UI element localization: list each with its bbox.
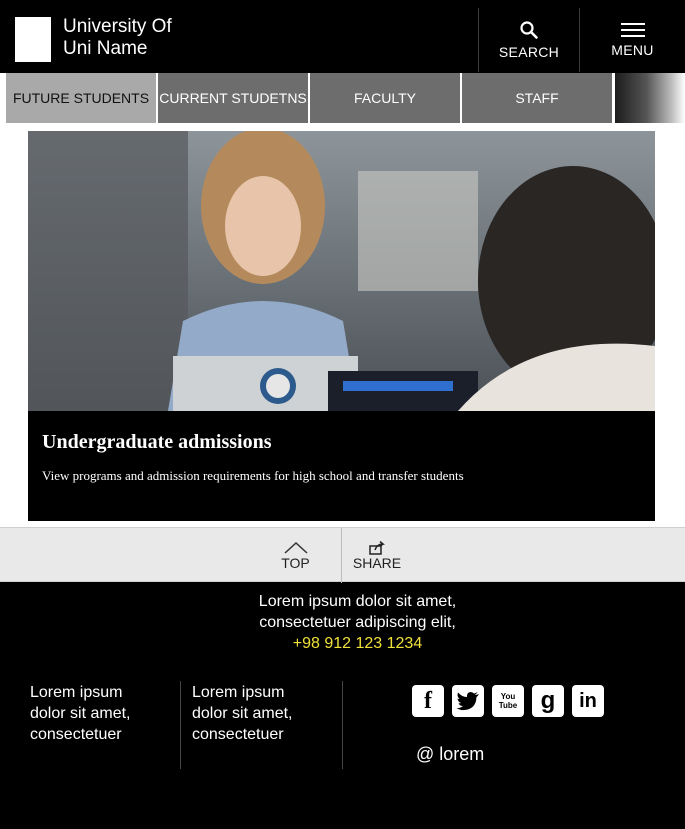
footer-col2-line[interactable]: dolor sit amet,	[192, 703, 332, 724]
tab-label: STAFF	[515, 90, 559, 106]
footer-column-1: Lorem ipsum dolor sit amet, consectetuer	[30, 682, 170, 745]
chevron-up-icon	[283, 541, 308, 554]
brand-line-1: University Of	[63, 16, 172, 37]
menu-label: MENU	[611, 42, 654, 58]
footer-col1-line[interactable]: Lorem ipsum	[30, 682, 170, 703]
university-name[interactable]: University Of Uni Name	[63, 16, 172, 60]
twitter-icon[interactable]	[452, 685, 484, 717]
back-to-top-button[interactable]: TOP	[250, 528, 342, 583]
footer-col1-line[interactable]: consectetuer	[30, 724, 170, 745]
google-glyph: g	[540, 687, 556, 714]
search-label: SEARCH	[498, 44, 560, 60]
tab-label: FACULTY	[354, 90, 416, 106]
site-footer: Lorem ipsum dolor sit amet, consectetuer…	[0, 583, 685, 829]
hamburger-icon	[620, 23, 645, 37]
hero-section: Undergraduate admissions View programs a…	[0, 123, 685, 527]
linkedin-glyph: in	[579, 689, 597, 712]
audience-nav: FUTURE STUDENTS CURRENT STUDETNS FACULTY…	[0, 73, 685, 128]
twitter-bird-glyph	[456, 692, 479, 711]
phone-number[interactable]: +98 912 123 1234	[0, 633, 685, 654]
site-header: University Of Uni Name SEARCH MENU	[0, 0, 685, 73]
nav-scroll-fade[interactable]	[615, 73, 685, 123]
tab-future-students[interactable]: FUTURE STUDENTS	[6, 73, 156, 123]
hero-caption: Undergraduate admissions View programs a…	[28, 411, 655, 521]
student-photo-illustration	[28, 131, 655, 411]
footer-col2-line[interactable]: Lorem ipsum	[192, 682, 332, 703]
footer-column-2: Lorem ipsum dolor sit amet, consectetuer	[192, 682, 332, 745]
footer-divider	[342, 681, 343, 769]
footer-contact: Lorem ipsum dolor sit amet, consectetuer…	[0, 591, 685, 654]
footer-col1-line[interactable]: dolor sit amet,	[30, 703, 170, 724]
hero-card[interactable]: Undergraduate admissions View programs a…	[28, 131, 655, 521]
university-logo[interactable]	[15, 17, 51, 62]
youtube-glyph: You Tube	[498, 692, 518, 710]
search-icon	[520, 21, 538, 39]
top-label: TOP	[281, 554, 310, 571]
social-links: f You Tube g in	[412, 685, 604, 717]
menu-button[interactable]: MENU	[579, 8, 685, 72]
tab-label: CURRENT STUDETNS	[159, 90, 307, 106]
footer-col2-line[interactable]: consectetuer	[192, 724, 332, 745]
google-icon[interactable]: g	[532, 685, 564, 717]
footer-divider	[180, 681, 181, 769]
tab-faculty[interactable]: FACULTY	[310, 73, 460, 123]
hero-title[interactable]: Undergraduate admissions	[42, 431, 271, 454]
tab-label: FUTURE STUDENTS	[12, 90, 150, 106]
brand-line-2: Uni Name	[63, 38, 148, 59]
search-button[interactable]: SEARCH	[478, 8, 579, 72]
youtube-icon[interactable]: You Tube	[492, 685, 524, 717]
facebook-icon[interactable]: f	[412, 685, 444, 717]
facebook-glyph: f	[424, 687, 432, 714]
linkedin-icon[interactable]: in	[572, 685, 604, 717]
tab-current-students[interactable]: CURRENT STUDETNS	[158, 73, 308, 123]
hero-subtitle: View programs and admission requirements…	[42, 468, 464, 483]
contact-line-2: consectetuer adipiscing elit,	[259, 614, 456, 631]
share-label: SHARE	[352, 554, 402, 571]
contact-line-1: Lorem ipsum dolor sit amet,	[258, 593, 457, 610]
share-icon	[369, 540, 385, 555]
tab-staff[interactable]: STAFF	[462, 73, 612, 123]
social-handle[interactable]: @ lorem	[416, 744, 484, 765]
share-button[interactable]: SHARE	[343, 528, 411, 583]
hero-photo	[28, 131, 655, 411]
page-actions-bar: TOP SHARE	[0, 527, 685, 583]
